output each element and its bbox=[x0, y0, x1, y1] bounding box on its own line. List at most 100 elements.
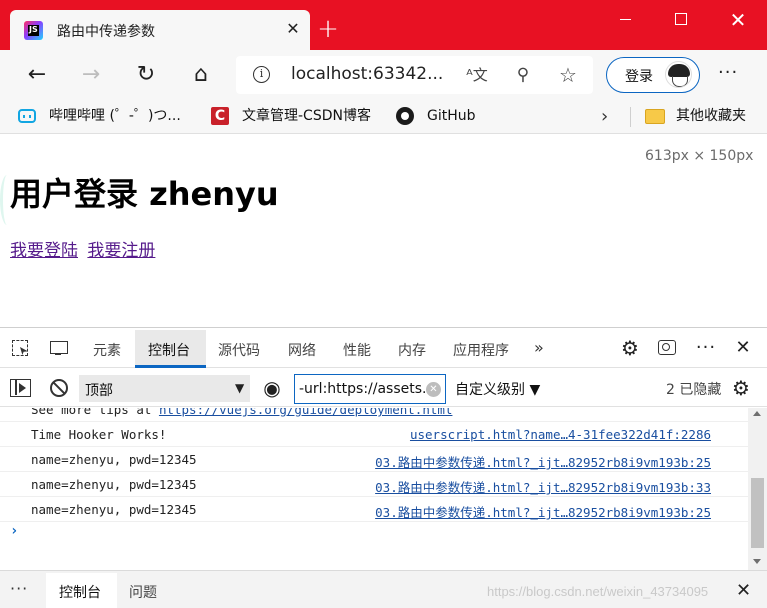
console-source-link[interactable]: userscript.html?name…4-31fee322d41f:2286 bbox=[410, 427, 711, 442]
tab-console[interactable]: 控制台 bbox=[148, 340, 190, 360]
browser-tab[interactable]: JS 路由中传递参数 ✕ bbox=[10, 10, 310, 50]
devtools-panel: 元素 控制台 源代码 网络 性能 内存 应用程序 » ⚙ ··· ✕ 顶部 ▼ … bbox=[0, 327, 767, 608]
favorites-bar: 哔哩哔哩 (゜-゜)つ... C 文章管理-CSDN博客 GitHub › 其他… bbox=[0, 100, 767, 134]
tab-application[interactable]: 应用程序 bbox=[453, 340, 509, 360]
inspect-element-icon[interactable] bbox=[10, 338, 32, 358]
console-message: name=zhenyu, pwd=12345 bbox=[31, 477, 197, 492]
address-bar[interactable]: i localhost:63342... ᴬ文 ⚲ ☆ bbox=[236, 56, 593, 94]
favorite-label: 文章管理-CSDN博客 bbox=[242, 108, 371, 124]
console-source-link[interactable]: 03.路由中参数传递.html?_ijt…82952rb8i9vm193b:25 bbox=[375, 452, 711, 471]
console-source-link[interactable]: 03.路由中参数传递.html?_ijt…82952rb8i9vm193b:33 bbox=[375, 477, 711, 496]
console-source-link[interactable]: 03.路由中参数传递.html?_ijt…82952rb8i9vm193b:25 bbox=[375, 502, 711, 521]
console-message-text: See more tips at bbox=[31, 408, 159, 417]
more-icon[interactable]: ··· bbox=[718, 62, 738, 83]
console-row: Time Hooker Works! userscript.html?name…… bbox=[0, 422, 748, 447]
avatar bbox=[665, 61, 692, 88]
divider bbox=[630, 107, 631, 127]
favorite-label: 哔哩哔哩 (゜-゜)つ... bbox=[49, 108, 181, 124]
scroll-down-arrow-icon[interactable] bbox=[753, 559, 761, 564]
drawer-tab-console[interactable]: 控制台 bbox=[59, 582, 101, 602]
back-arrow-icon[interactable]: ← bbox=[24, 63, 50, 87]
console-message: name=zhenyu, pwd=12345 bbox=[31, 452, 197, 467]
forward-arrow-icon[interactable]: → bbox=[78, 63, 104, 87]
favicon-letters: JS bbox=[29, 25, 38, 34]
minimize-button[interactable] bbox=[600, 0, 650, 40]
home-icon[interactable]: ⌂ bbox=[188, 63, 214, 87]
maximize-button[interactable] bbox=[655, 0, 705, 40]
feedback-icon[interactable] bbox=[657, 338, 679, 358]
folder-icon bbox=[645, 109, 665, 124]
console-row: name=zhenyu, pwd=12345 03.路由中参数传递.html?_… bbox=[0, 497, 748, 522]
dimension-label: 613px × 150px bbox=[645, 148, 754, 164]
console-log: See more tips at https://vuejs.org/guide… bbox=[0, 408, 748, 570]
console-row: name=zhenyu, pwd=12345 03.路由中参数传递.html?_… bbox=[0, 447, 748, 472]
more-options-icon[interactable]: ··· bbox=[695, 338, 717, 358]
translate-icon[interactable]: ᴬ文 bbox=[466, 64, 488, 86]
context-select[interactable]: 顶部 ▼ bbox=[79, 375, 250, 402]
login-link[interactable]: 我要登陆 bbox=[10, 241, 78, 261]
console-toolbar: 顶部 ▼ ◉ -url:https://assets.r ✕ 自定义级别 ▼ 2… bbox=[0, 369, 767, 407]
info-icon[interactable]: i bbox=[253, 66, 270, 83]
devtools-drawer: ··· 控制台 问题 https://blog.csdn.net/weixin_… bbox=[0, 570, 767, 608]
zoom-icon[interactable]: ⚲ bbox=[512, 64, 534, 86]
new-tab-icon[interactable]: + bbox=[316, 16, 340, 42]
page-title: 用户登录 zhenyu bbox=[10, 175, 279, 213]
login-button[interactable]: 登录 bbox=[606, 57, 700, 93]
drawer-close-icon[interactable]: ✕ bbox=[736, 580, 751, 601]
tab-elements[interactable]: 元素 bbox=[93, 340, 121, 360]
context-label: 顶部 bbox=[85, 383, 113, 399]
log-levels-dropdown[interactable]: 自定义级别 ▼ bbox=[455, 379, 540, 399]
url-text[interactable]: localhost:63342... bbox=[291, 64, 443, 84]
clear-console-icon[interactable] bbox=[50, 379, 68, 397]
tab-sources[interactable]: 源代码 bbox=[218, 340, 260, 360]
refresh-icon[interactable]: ↻ bbox=[133, 63, 159, 87]
favorite-star-icon[interactable]: ☆ bbox=[557, 64, 579, 86]
filter-text: -url:https://assets.r bbox=[299, 381, 433, 397]
watermark: https://blog.csdn.net/weixin_43734095 bbox=[487, 584, 709, 599]
console-message: Time Hooker Works! bbox=[31, 427, 167, 442]
clear-filter-icon[interactable]: ✕ bbox=[426, 382, 441, 397]
console-message: See more tips at https://vuejs.org/guide… bbox=[31, 408, 452, 417]
active-tab-indicator bbox=[135, 365, 206, 368]
navigation-bar: ← → ↻ ⌂ i localhost:63342... ᴬ文 ⚲ ☆ 登录 ·… bbox=[0, 50, 767, 100]
webstorm-favicon-icon: JS bbox=[24, 21, 43, 40]
console-filter-input[interactable]: -url:https://assets.r ✕ bbox=[294, 374, 446, 404]
console-row: See more tips at https://vuejs.org/guide… bbox=[0, 408, 748, 422]
other-favorites-label: 其他收藏夹 bbox=[676, 108, 746, 124]
devtools-close-icon[interactable]: ✕ bbox=[732, 338, 754, 358]
chevron-right-icon[interactable]: › bbox=[601, 106, 608, 127]
tab-close-icon[interactable]: ✕ bbox=[283, 19, 303, 39]
console-sidebar-icon[interactable] bbox=[10, 379, 31, 397]
console-prompt[interactable]: › bbox=[10, 523, 18, 539]
hidden-count: 2 已隐藏 bbox=[666, 382, 722, 398]
register-link[interactable]: 我要注册 bbox=[87, 241, 155, 261]
tab-performance[interactable]: 性能 bbox=[343, 340, 371, 360]
devtools-tab-bar: 元素 控制台 源代码 网络 性能 内存 应用程序 » ⚙ ··· ✕ bbox=[0, 328, 767, 368]
tab-title: 路由中传递参数 bbox=[57, 24, 155, 40]
scroll-up-arrow-icon[interactable] bbox=[753, 411, 761, 416]
drawer-tab-issues[interactable]: 问题 bbox=[129, 582, 157, 602]
console-scrollbar[interactable] bbox=[748, 408, 767, 570]
console-settings-gear-icon[interactable]: ⚙ bbox=[732, 377, 750, 399]
csdn-icon: C bbox=[211, 107, 229, 125]
device-emulation-icon[interactable] bbox=[48, 338, 70, 358]
favorite-label: GitHub bbox=[427, 108, 476, 124]
scrollbar-thumb[interactable] bbox=[751, 478, 764, 548]
page-content: 613px × 150px 用户登录 zhenyu 我要登陆 我要注册 bbox=[0, 135, 767, 327]
login-label: 登录 bbox=[625, 69, 653, 85]
console-message: name=zhenyu, pwd=12345 bbox=[31, 502, 197, 517]
more-tabs-icon[interactable]: » bbox=[534, 338, 544, 357]
drawer-menu-icon[interactable]: ··· bbox=[10, 579, 28, 598]
console-row: name=zhenyu, pwd=12345 03.路由中参数传递.html?_… bbox=[0, 472, 748, 497]
github-icon bbox=[396, 107, 414, 125]
window-close-button[interactable]: ✕ bbox=[713, 0, 763, 40]
chevron-down-icon: ▼ bbox=[235, 381, 245, 395]
settings-gear-icon[interactable]: ⚙ bbox=[619, 338, 641, 358]
console-message-link[interactable]: https://vuejs.org/guide/deployment.html bbox=[159, 408, 453, 417]
live-expression-eye-icon[interactable]: ◉ bbox=[261, 377, 283, 399]
tab-network[interactable]: 网络 bbox=[288, 340, 316, 360]
tab-memory[interactable]: 内存 bbox=[398, 340, 426, 360]
title-bar: JS 路由中传递参数 ✕ + ✕ bbox=[0, 0, 767, 50]
bilibili-icon bbox=[18, 109, 36, 123]
page-links: 我要登陆 我要注册 bbox=[10, 236, 159, 261]
